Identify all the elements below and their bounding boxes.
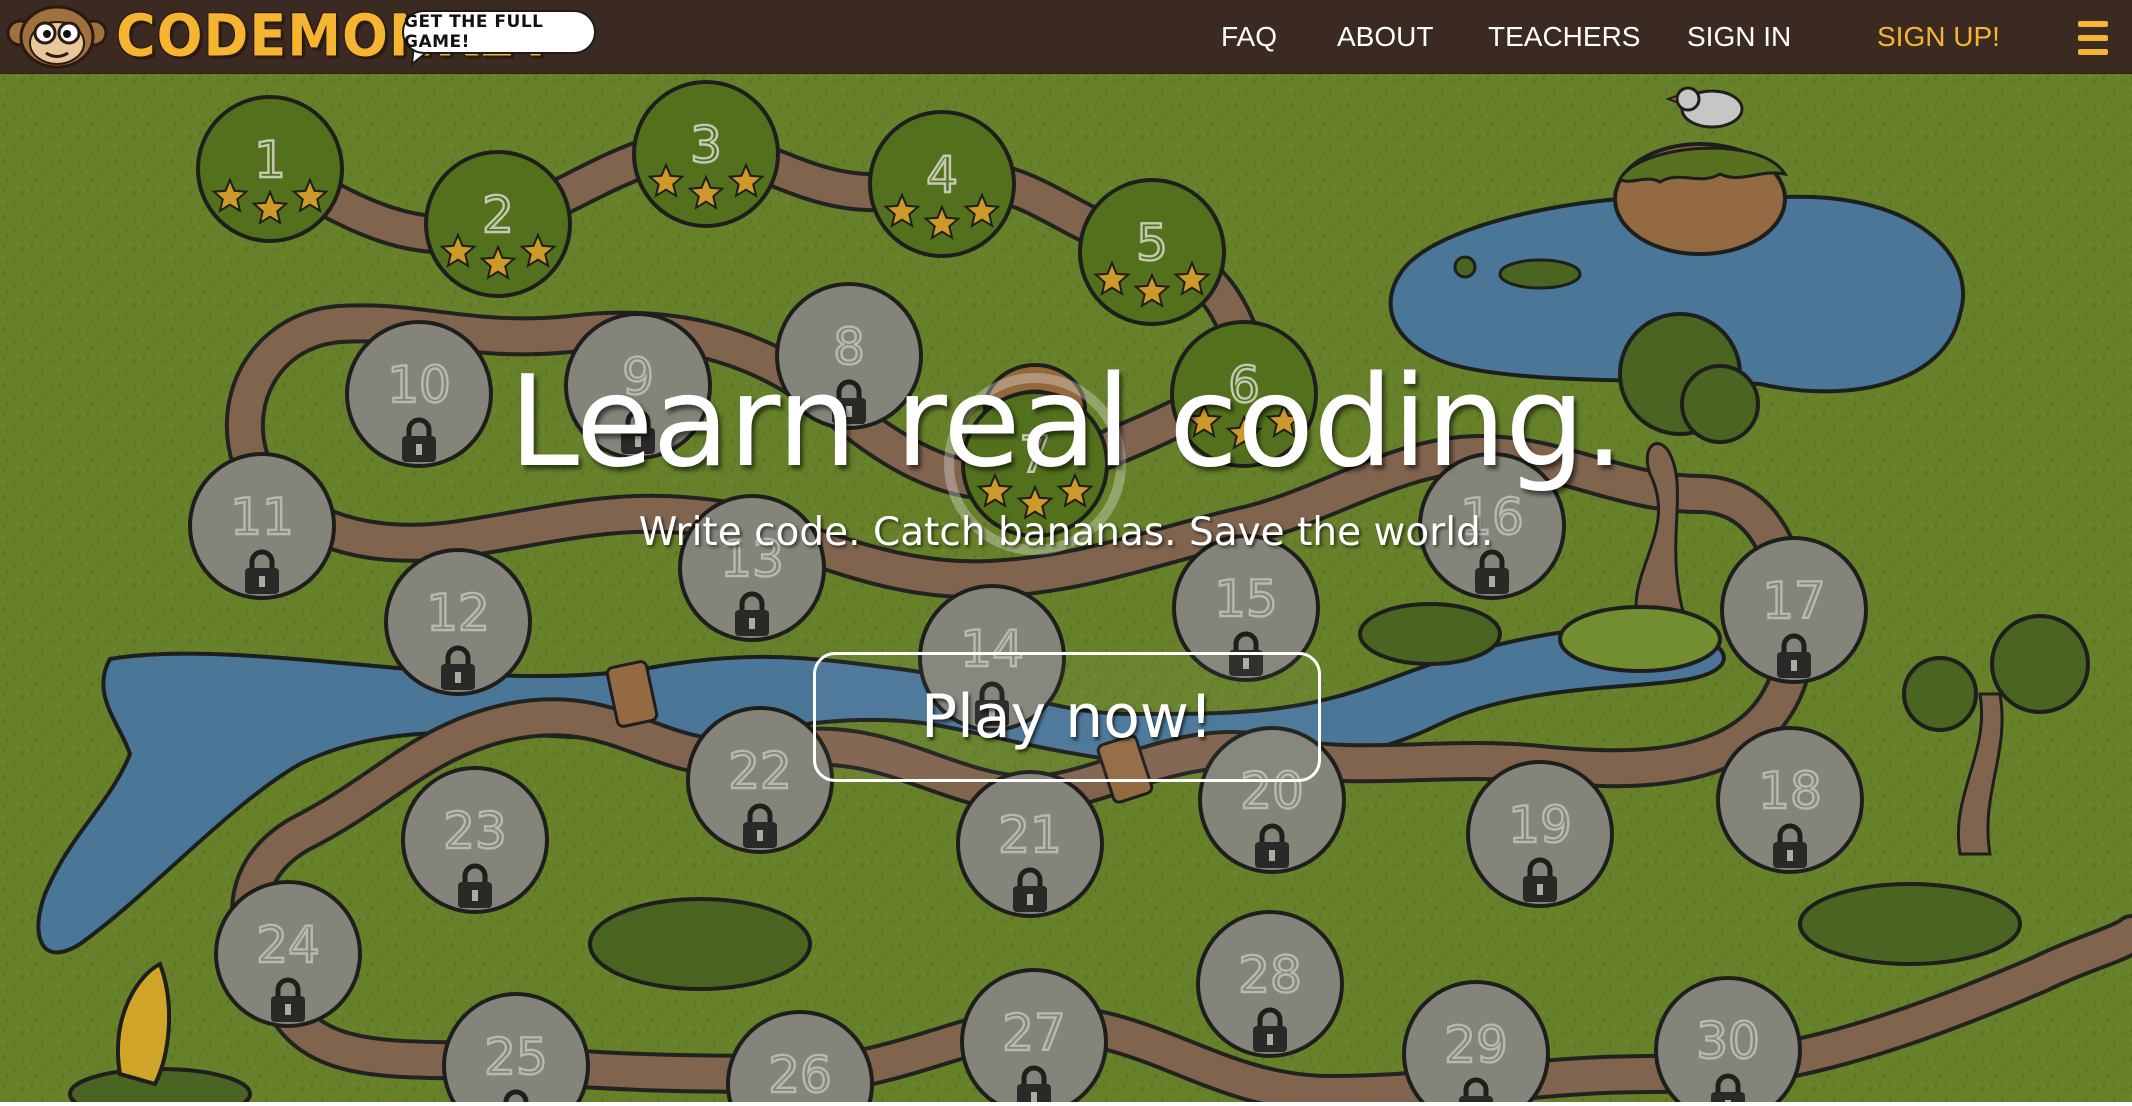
hero-title: Learn real coding. xyxy=(508,348,1624,495)
level-node-3[interactable]: 3 xyxy=(632,80,780,228)
nav-sign-up[interactable]: SIGN UP! xyxy=(1877,21,2000,53)
level-node-27: 27 xyxy=(960,968,1108,1102)
level-number: 29 xyxy=(1444,1016,1508,1074)
level-node-22: 22 xyxy=(686,706,834,854)
nav-sign-in[interactable]: SIGN IN xyxy=(1687,21,1791,53)
level-number: 12 xyxy=(426,584,490,642)
level-node-17: 17 xyxy=(1720,536,1868,684)
level-number: 30 xyxy=(1696,1012,1760,1070)
level-map-illustration: 1234567891011121314151617181920212223242… xyxy=(0,74,2132,1102)
monkey-logo-icon xyxy=(6,5,108,69)
page-bottom-edge xyxy=(0,1102,2132,1106)
level-number: 19 xyxy=(1508,796,1572,854)
level-node-23: 23 xyxy=(401,766,549,914)
play-now-button[interactable]: Play now! xyxy=(813,652,1321,782)
nav-teachers[interactable]: TEACHERS xyxy=(1488,21,1640,53)
level-number: 22 xyxy=(728,742,792,800)
level-number: 25 xyxy=(484,1028,548,1086)
level-node-12: 12 xyxy=(384,548,532,696)
level-number: 3 xyxy=(690,116,722,174)
level-node-29: 29 xyxy=(1402,980,1550,1102)
level-node-28: 28 xyxy=(1196,910,1344,1058)
top-navigation-bar: CODEMONKEY GET THE FULL GAME! FAQ ABOUT … xyxy=(0,0,2132,74)
nav-faq[interactable]: FAQ xyxy=(1221,21,1277,53)
level-node-19: 19 xyxy=(1466,760,1614,908)
level-node-4[interactable]: 4 xyxy=(868,110,1016,258)
level-node-5[interactable]: 5 xyxy=(1078,178,1226,326)
level-node-21: 21 xyxy=(956,770,1104,918)
level-number: 21 xyxy=(998,806,1062,864)
level-number: 28 xyxy=(1238,946,1302,1004)
level-number: 5 xyxy=(1136,214,1168,272)
level-node-1[interactable]: 1 xyxy=(196,95,344,243)
level-node-30: 30 xyxy=(1654,976,1802,1102)
get-full-game-link[interactable]: GET THE FULL GAME! xyxy=(402,10,596,54)
level-number: 2 xyxy=(482,186,514,244)
level-number: 26 xyxy=(768,1046,832,1102)
level-number: 15 xyxy=(1214,570,1278,628)
nav-about[interactable]: ABOUT xyxy=(1337,21,1433,53)
level-node-2[interactable]: 2 xyxy=(424,150,572,298)
level-node-24: 24 xyxy=(214,880,362,1028)
level-number: 4 xyxy=(926,146,958,204)
level-number: 24 xyxy=(256,916,320,974)
level-number: 17 xyxy=(1762,572,1826,630)
level-number: 27 xyxy=(1002,1004,1066,1062)
hamburger-icon[interactable] xyxy=(2078,21,2108,55)
level-node-18: 18 xyxy=(1716,726,1864,874)
hero-subtitle: Write code. Catch bananas. Save the worl… xyxy=(638,510,1494,555)
level-number: 23 xyxy=(443,802,507,860)
level-number: 18 xyxy=(1758,762,1822,820)
level-map: 1 2 3 4 5 6 7 8 9 10 11 12 13 14 15 16 17 18 19 20 21 22 23 24 2… xyxy=(0,74,2132,1102)
level-number: 1 xyxy=(254,131,286,189)
